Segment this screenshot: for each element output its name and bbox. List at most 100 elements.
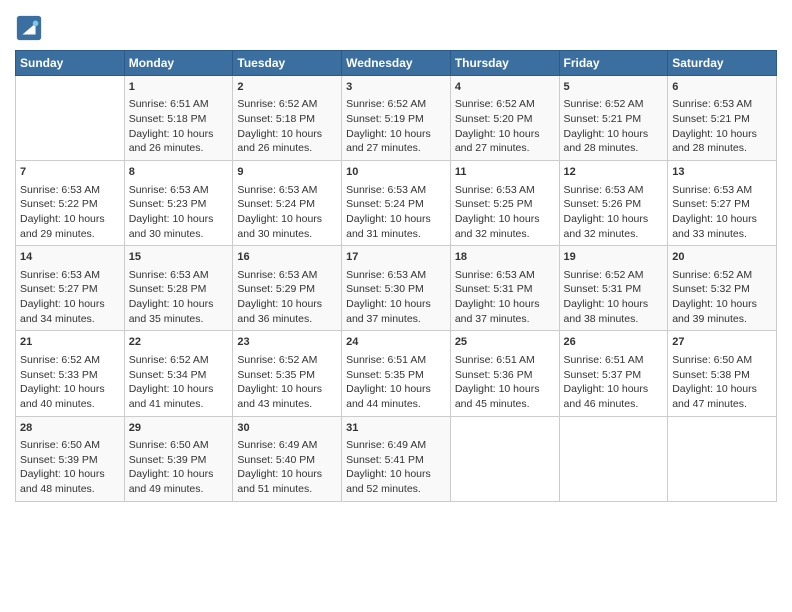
day-info-line: and 35 minutes. — [129, 312, 229, 327]
day-info-line: and 48 minutes. — [20, 482, 120, 497]
day-cell: 19Sunrise: 6:52 AMSunset: 5:31 PMDayligh… — [559, 246, 668, 331]
day-info-line: Daylight: 10 hours — [455, 127, 555, 142]
day-info-line: Sunrise: 6:49 AM — [237, 438, 337, 453]
day-info-line: Daylight: 10 hours — [20, 467, 120, 482]
day-header-thursday: Thursday — [450, 51, 559, 76]
day-info-line: Daylight: 10 hours — [237, 127, 337, 142]
week-row-3: 14Sunrise: 6:53 AMSunset: 5:27 PMDayligh… — [16, 246, 777, 331]
day-info-line: and 32 minutes. — [564, 227, 664, 242]
day-info-line: and 39 minutes. — [672, 312, 772, 327]
day-info-line: Daylight: 10 hours — [129, 127, 229, 142]
day-info-line: Sunset: 5:21 PM — [672, 112, 772, 127]
day-info-line: Sunrise: 6:53 AM — [237, 183, 337, 198]
logo-icon — [15, 14, 43, 42]
day-info-line: Sunset: 5:31 PM — [564, 282, 664, 297]
day-info-line: Daylight: 10 hours — [564, 382, 664, 397]
day-number: 26 — [564, 335, 664, 350]
day-info-line: Sunrise: 6:53 AM — [672, 183, 772, 198]
day-number: 17 — [346, 250, 446, 265]
day-info-line: Daylight: 10 hours — [20, 212, 120, 227]
day-info-line: Daylight: 10 hours — [237, 212, 337, 227]
day-info-line: Sunset: 5:35 PM — [237, 368, 337, 383]
day-info-line: Daylight: 10 hours — [672, 297, 772, 312]
day-cell: 18Sunrise: 6:53 AMSunset: 5:31 PMDayligh… — [450, 246, 559, 331]
day-info-line: and 49 minutes. — [129, 482, 229, 497]
day-info-line: Sunset: 5:33 PM — [20, 368, 120, 383]
day-info-line: and 32 minutes. — [455, 227, 555, 242]
day-info-line: and 52 minutes. — [346, 482, 446, 497]
days-header-row: SundayMondayTuesdayWednesdayThursdayFrid… — [16, 51, 777, 76]
day-info-line: Sunset: 5:25 PM — [455, 197, 555, 212]
day-info-line: Sunrise: 6:53 AM — [129, 268, 229, 283]
day-number: 19 — [564, 250, 664, 265]
day-cell: 17Sunrise: 6:53 AMSunset: 5:30 PMDayligh… — [342, 246, 451, 331]
day-info-line: Sunrise: 6:52 AM — [237, 97, 337, 112]
day-number: 30 — [237, 421, 337, 436]
day-info-line: Sunset: 5:23 PM — [129, 197, 229, 212]
day-info-line: Sunrise: 6:51 AM — [564, 353, 664, 368]
day-cell: 13Sunrise: 6:53 AMSunset: 5:27 PMDayligh… — [668, 161, 777, 246]
day-info-line: Daylight: 10 hours — [346, 297, 446, 312]
day-info-line: Daylight: 10 hours — [129, 382, 229, 397]
day-number: 7 — [20, 165, 120, 180]
day-info-line: Sunrise: 6:52 AM — [237, 353, 337, 368]
day-number: 23 — [237, 335, 337, 350]
week-row-5: 28Sunrise: 6:50 AMSunset: 5:39 PMDayligh… — [16, 416, 777, 501]
day-info-line: Daylight: 10 hours — [455, 212, 555, 227]
day-cell: 31Sunrise: 6:49 AMSunset: 5:41 PMDayligh… — [342, 416, 451, 501]
day-cell: 26Sunrise: 6:51 AMSunset: 5:37 PMDayligh… — [559, 331, 668, 416]
day-cell: 5Sunrise: 6:52 AMSunset: 5:21 PMDaylight… — [559, 76, 668, 161]
day-info-line: and 51 minutes. — [237, 482, 337, 497]
day-info-line: Sunset: 5:39 PM — [20, 453, 120, 468]
day-info-line: Sunrise: 6:53 AM — [346, 183, 446, 198]
day-info-line: and 47 minutes. — [672, 397, 772, 412]
day-info-line: Sunrise: 6:50 AM — [672, 353, 772, 368]
day-cell: 6Sunrise: 6:53 AMSunset: 5:21 PMDaylight… — [668, 76, 777, 161]
logo — [15, 14, 47, 42]
day-cell: 4Sunrise: 6:52 AMSunset: 5:20 PMDaylight… — [450, 76, 559, 161]
day-cell: 29Sunrise: 6:50 AMSunset: 5:39 PMDayligh… — [124, 416, 233, 501]
day-info-line: Sunset: 5:39 PM — [129, 453, 229, 468]
day-info-line: Daylight: 10 hours — [346, 382, 446, 397]
day-info-line: Daylight: 10 hours — [237, 382, 337, 397]
day-info-line: Daylight: 10 hours — [129, 297, 229, 312]
day-number: 15 — [129, 250, 229, 265]
day-info-line: Daylight: 10 hours — [455, 297, 555, 312]
day-number: 6 — [672, 80, 772, 95]
day-info-line: and 34 minutes. — [20, 312, 120, 327]
day-number: 5 — [564, 80, 664, 95]
day-info-line: Sunrise: 6:53 AM — [20, 183, 120, 198]
day-info-line: Daylight: 10 hours — [20, 382, 120, 397]
day-info-line: and 30 minutes. — [237, 227, 337, 242]
day-info-line: and 46 minutes. — [564, 397, 664, 412]
day-number: 13 — [672, 165, 772, 180]
day-info-line: Sunset: 5:21 PM — [564, 112, 664, 127]
day-info-line: Sunrise: 6:53 AM — [672, 97, 772, 112]
day-info-line: Daylight: 10 hours — [346, 467, 446, 482]
day-number: 11 — [455, 165, 555, 180]
calendar-table: SundayMondayTuesdayWednesdayThursdayFrid… — [15, 50, 777, 502]
day-info-line: and 38 minutes. — [564, 312, 664, 327]
day-info-line: and 27 minutes. — [346, 141, 446, 156]
day-number: 31 — [346, 421, 446, 436]
day-cell: 23 Sunrise: 6:52 AMSunset: 5:35 PMDayligh… — [233, 331, 342, 416]
day-info-line: Daylight: 10 hours — [129, 467, 229, 482]
day-number: 8 — [129, 165, 229, 180]
day-info-line: Sunset: 5:20 PM — [455, 112, 555, 127]
day-info-line: Sunrise: 6:53 AM — [455, 183, 555, 198]
day-cell — [559, 416, 668, 501]
day-info-line: and 28 minutes. — [564, 141, 664, 156]
day-info-line: and 41 minutes. — [129, 397, 229, 412]
day-info-line: Sunset: 5:24 PM — [346, 197, 446, 212]
day-cell: 16Sunrise: 6:53 AMSunset: 5:29 PMDayligh… — [233, 246, 342, 331]
day-info-line: Daylight: 10 hours — [20, 297, 120, 312]
day-header-tuesday: Tuesday — [233, 51, 342, 76]
page-header — [15, 10, 777, 42]
day-number: 24 — [346, 335, 446, 350]
day-cell: 9Sunrise: 6:53 AMSunset: 5:24 PMDaylight… — [233, 161, 342, 246]
day-cell: 7Sunrise: 6:53 AMSunset: 5:22 PMDaylight… — [16, 161, 125, 246]
day-cell: 2Sunrise: 6:52 AMSunset: 5:18 PMDaylight… — [233, 76, 342, 161]
day-info-line: and 30 minutes. — [129, 227, 229, 242]
day-number: 14 — [20, 250, 120, 265]
day-number: 25 — [455, 335, 555, 350]
